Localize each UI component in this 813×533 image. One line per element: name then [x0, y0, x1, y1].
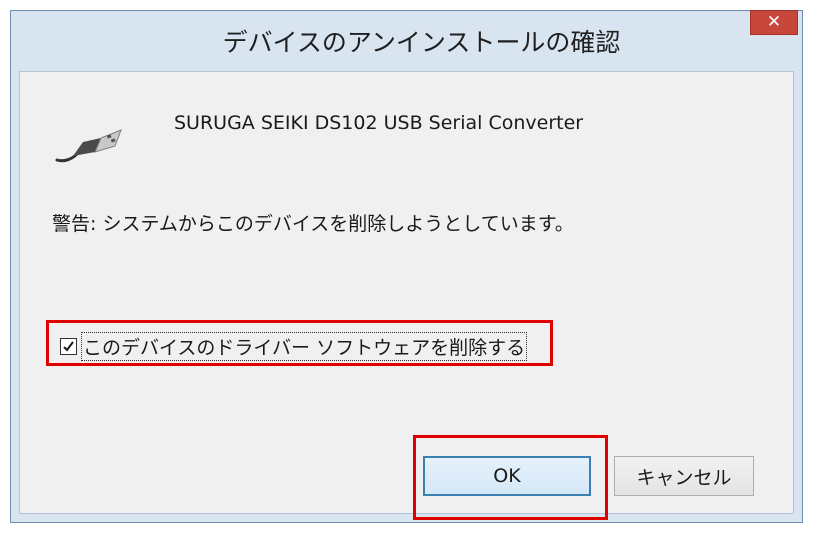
- cancel-button[interactable]: キャンセル: [614, 456, 754, 496]
- uninstall-confirm-dialog: デバイスのアンインストールの確認 ✕ SURUGA SEIKI DS102 US…: [10, 10, 803, 523]
- usb-plug-icon: [55, 129, 122, 163]
- delete-driver-label: このデバイスのドライバー ソフトウェアを削除する: [81, 332, 528, 361]
- dialog-body: SURUGA SEIKI DS102 USB Serial Converter …: [19, 71, 794, 520]
- title-bar: デバイスのアンインストールの確認 ✕: [11, 10, 802, 71]
- close-button[interactable]: ✕: [750, 10, 798, 35]
- close-icon: ✕: [766, 12, 782, 32]
- checkmark-icon: [63, 341, 74, 352]
- dialog-title: デバイスのアンインストールの確認: [222, 28, 621, 57]
- delete-driver-checkbox[interactable]: [60, 338, 77, 355]
- ok-button[interactable]: OK: [423, 456, 591, 496]
- warning-message: 警告: システムからこのデバイスを削除しようとしています。: [52, 213, 574, 235]
- device-name: SURUGA SEIKI DS102 USB Serial Converter: [174, 112, 584, 134]
- delete-driver-option[interactable]: このデバイスのドライバー ソフトウェアを削除する: [60, 332, 528, 361]
